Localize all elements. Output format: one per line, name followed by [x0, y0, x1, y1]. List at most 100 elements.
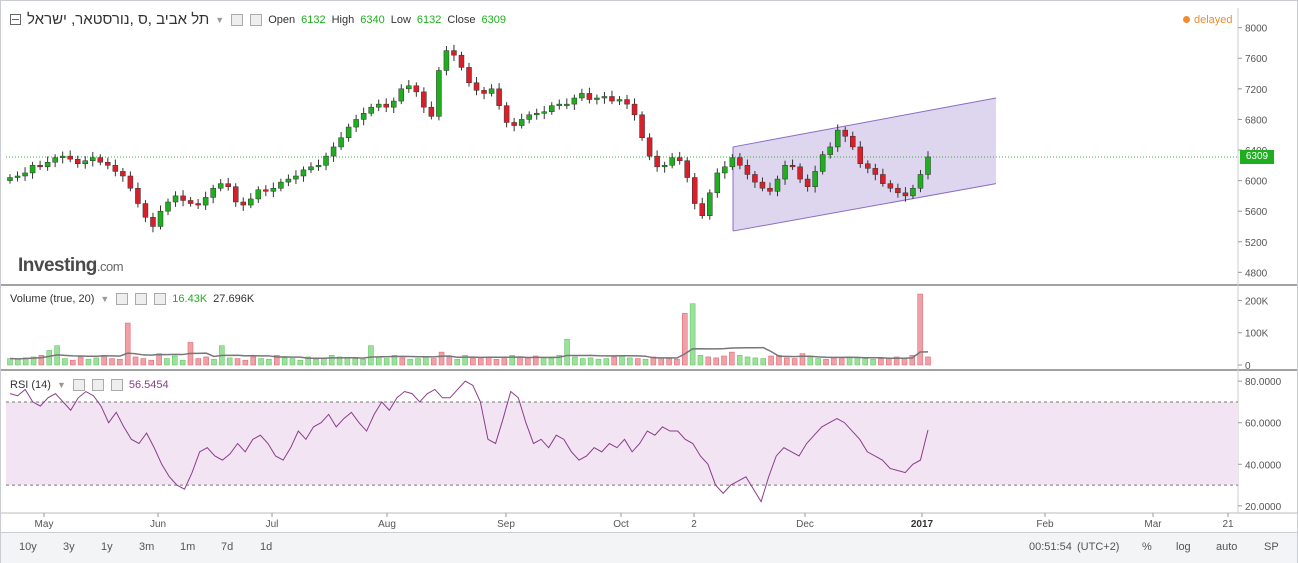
volume-bar	[611, 356, 617, 366]
volume-tick-label: 200K	[1245, 296, 1269, 307]
candle	[353, 119, 359, 128]
settings-icon[interactable]	[116, 293, 129, 305]
candle	[127, 175, 134, 189]
candle	[797, 166, 803, 180]
volume-bar	[470, 357, 476, 366]
volume-bar	[752, 357, 759, 366]
candle	[217, 183, 224, 189]
candle	[315, 165, 322, 168]
high-label: High	[331, 13, 355, 26]
volume-bar	[501, 358, 508, 366]
volume-bar	[634, 358, 641, 366]
volume-bar	[760, 358, 766, 366]
range-3y-button[interactable]: 3y	[63, 541, 75, 553]
candle	[533, 113, 540, 116]
volume-bar	[627, 357, 633, 366]
candle	[413, 85, 420, 93]
timezone-button[interactable]: (UTC+2)	[1077, 541, 1119, 553]
volume-bar	[658, 357, 664, 366]
volume-bar	[580, 358, 586, 366]
chevron-down-icon[interactable]: ▼	[100, 294, 109, 304]
settings-icon[interactable]	[231, 13, 244, 26]
volume-bar	[517, 356, 523, 366]
logo-suffix: .com	[96, 259, 124, 274]
candle	[195, 203, 201, 206]
candle	[834, 129, 841, 148]
chevron-down-icon[interactable]: ▼	[57, 380, 66, 390]
volume-bar	[572, 356, 578, 366]
candle	[511, 122, 517, 126]
candle	[165, 201, 171, 212]
candle	[639, 114, 645, 139]
volume-bar	[140, 358, 147, 366]
volume-bar	[689, 303, 696, 366]
volume-bar	[886, 357, 892, 366]
volume-ma-line	[9, 346, 929, 360]
rsi-value: 56.5454	[128, 379, 169, 391]
range-7d-button[interactable]: 7d	[221, 541, 233, 553]
candle	[609, 96, 615, 102]
open-value: 6132	[301, 13, 326, 26]
volume-bar	[525, 357, 531, 366]
low-label: Low	[390, 13, 411, 26]
volume-bar	[917, 293, 923, 366]
sp-button[interactable]: SP	[1264, 541, 1279, 553]
range-1d-button[interactable]: 1d	[260, 541, 272, 553]
candle	[767, 187, 773, 192]
chevron-down-icon[interactable]: ▼	[215, 15, 224, 25]
candle	[782, 165, 788, 180]
volume-bar	[101, 355, 107, 366]
volume-bar	[603, 358, 610, 366]
volume-bar	[493, 358, 500, 366]
high-value: 6340	[360, 13, 385, 26]
candle	[285, 178, 292, 183]
log-button[interactable]: log	[1176, 541, 1191, 553]
candle	[865, 163, 871, 169]
format-icon[interactable]	[250, 13, 263, 26]
candle	[925, 156, 931, 175]
candle	[278, 181, 284, 189]
volume-label: Volume (true, 20)	[10, 293, 95, 305]
candle	[646, 137, 653, 157]
candle	[52, 157, 58, 163]
close-icon[interactable]	[154, 293, 167, 305]
rsi-tick-label: 80.0000	[1245, 377, 1282, 388]
candle	[616, 99, 623, 102]
volume-bar	[862, 358, 868, 366]
format-icon[interactable]	[135, 293, 148, 305]
chart-canvas[interactable]: 800076007200680064006000560052004800200K…	[0, 0, 1298, 563]
candle	[804, 178, 811, 187]
volume-bar	[7, 358, 13, 366]
candle	[82, 160, 88, 165]
collapse-toggle[interactable]	[10, 14, 21, 25]
range-1m-button[interactable]: 1m	[180, 541, 195, 553]
volume-bar	[925, 356, 931, 366]
format-icon[interactable]	[91, 379, 104, 391]
volume-bar	[313, 358, 319, 366]
candle	[789, 165, 796, 168]
volume-bar	[446, 356, 453, 366]
close-icon[interactable]	[110, 379, 123, 391]
candle	[443, 50, 450, 71]
price-tick-label: 5200	[1245, 238, 1268, 249]
volume-bar	[344, 357, 351, 366]
settings-icon[interactable]	[72, 379, 85, 391]
percent-button[interactable]: %	[1142, 541, 1152, 553]
candle	[172, 195, 179, 203]
candle	[496, 88, 502, 106]
candle	[541, 111, 547, 114]
candle	[526, 114, 532, 120]
range-10y-button[interactable]: 10y	[19, 541, 37, 553]
candle	[571, 97, 578, 105]
rsi-band	[6, 401, 1238, 486]
candle	[895, 187, 901, 194]
volume-bar	[117, 358, 123, 366]
range-1y-button[interactable]: 1y	[101, 541, 113, 553]
candle	[428, 106, 435, 117]
volume-bar	[93, 357, 100, 366]
candle	[263, 189, 269, 192]
volume-bar	[62, 358, 68, 366]
auto-button[interactable]: auto	[1216, 541, 1237, 553]
range-3m-button[interactable]: 3m	[139, 541, 154, 553]
volume-bar	[234, 358, 241, 366]
